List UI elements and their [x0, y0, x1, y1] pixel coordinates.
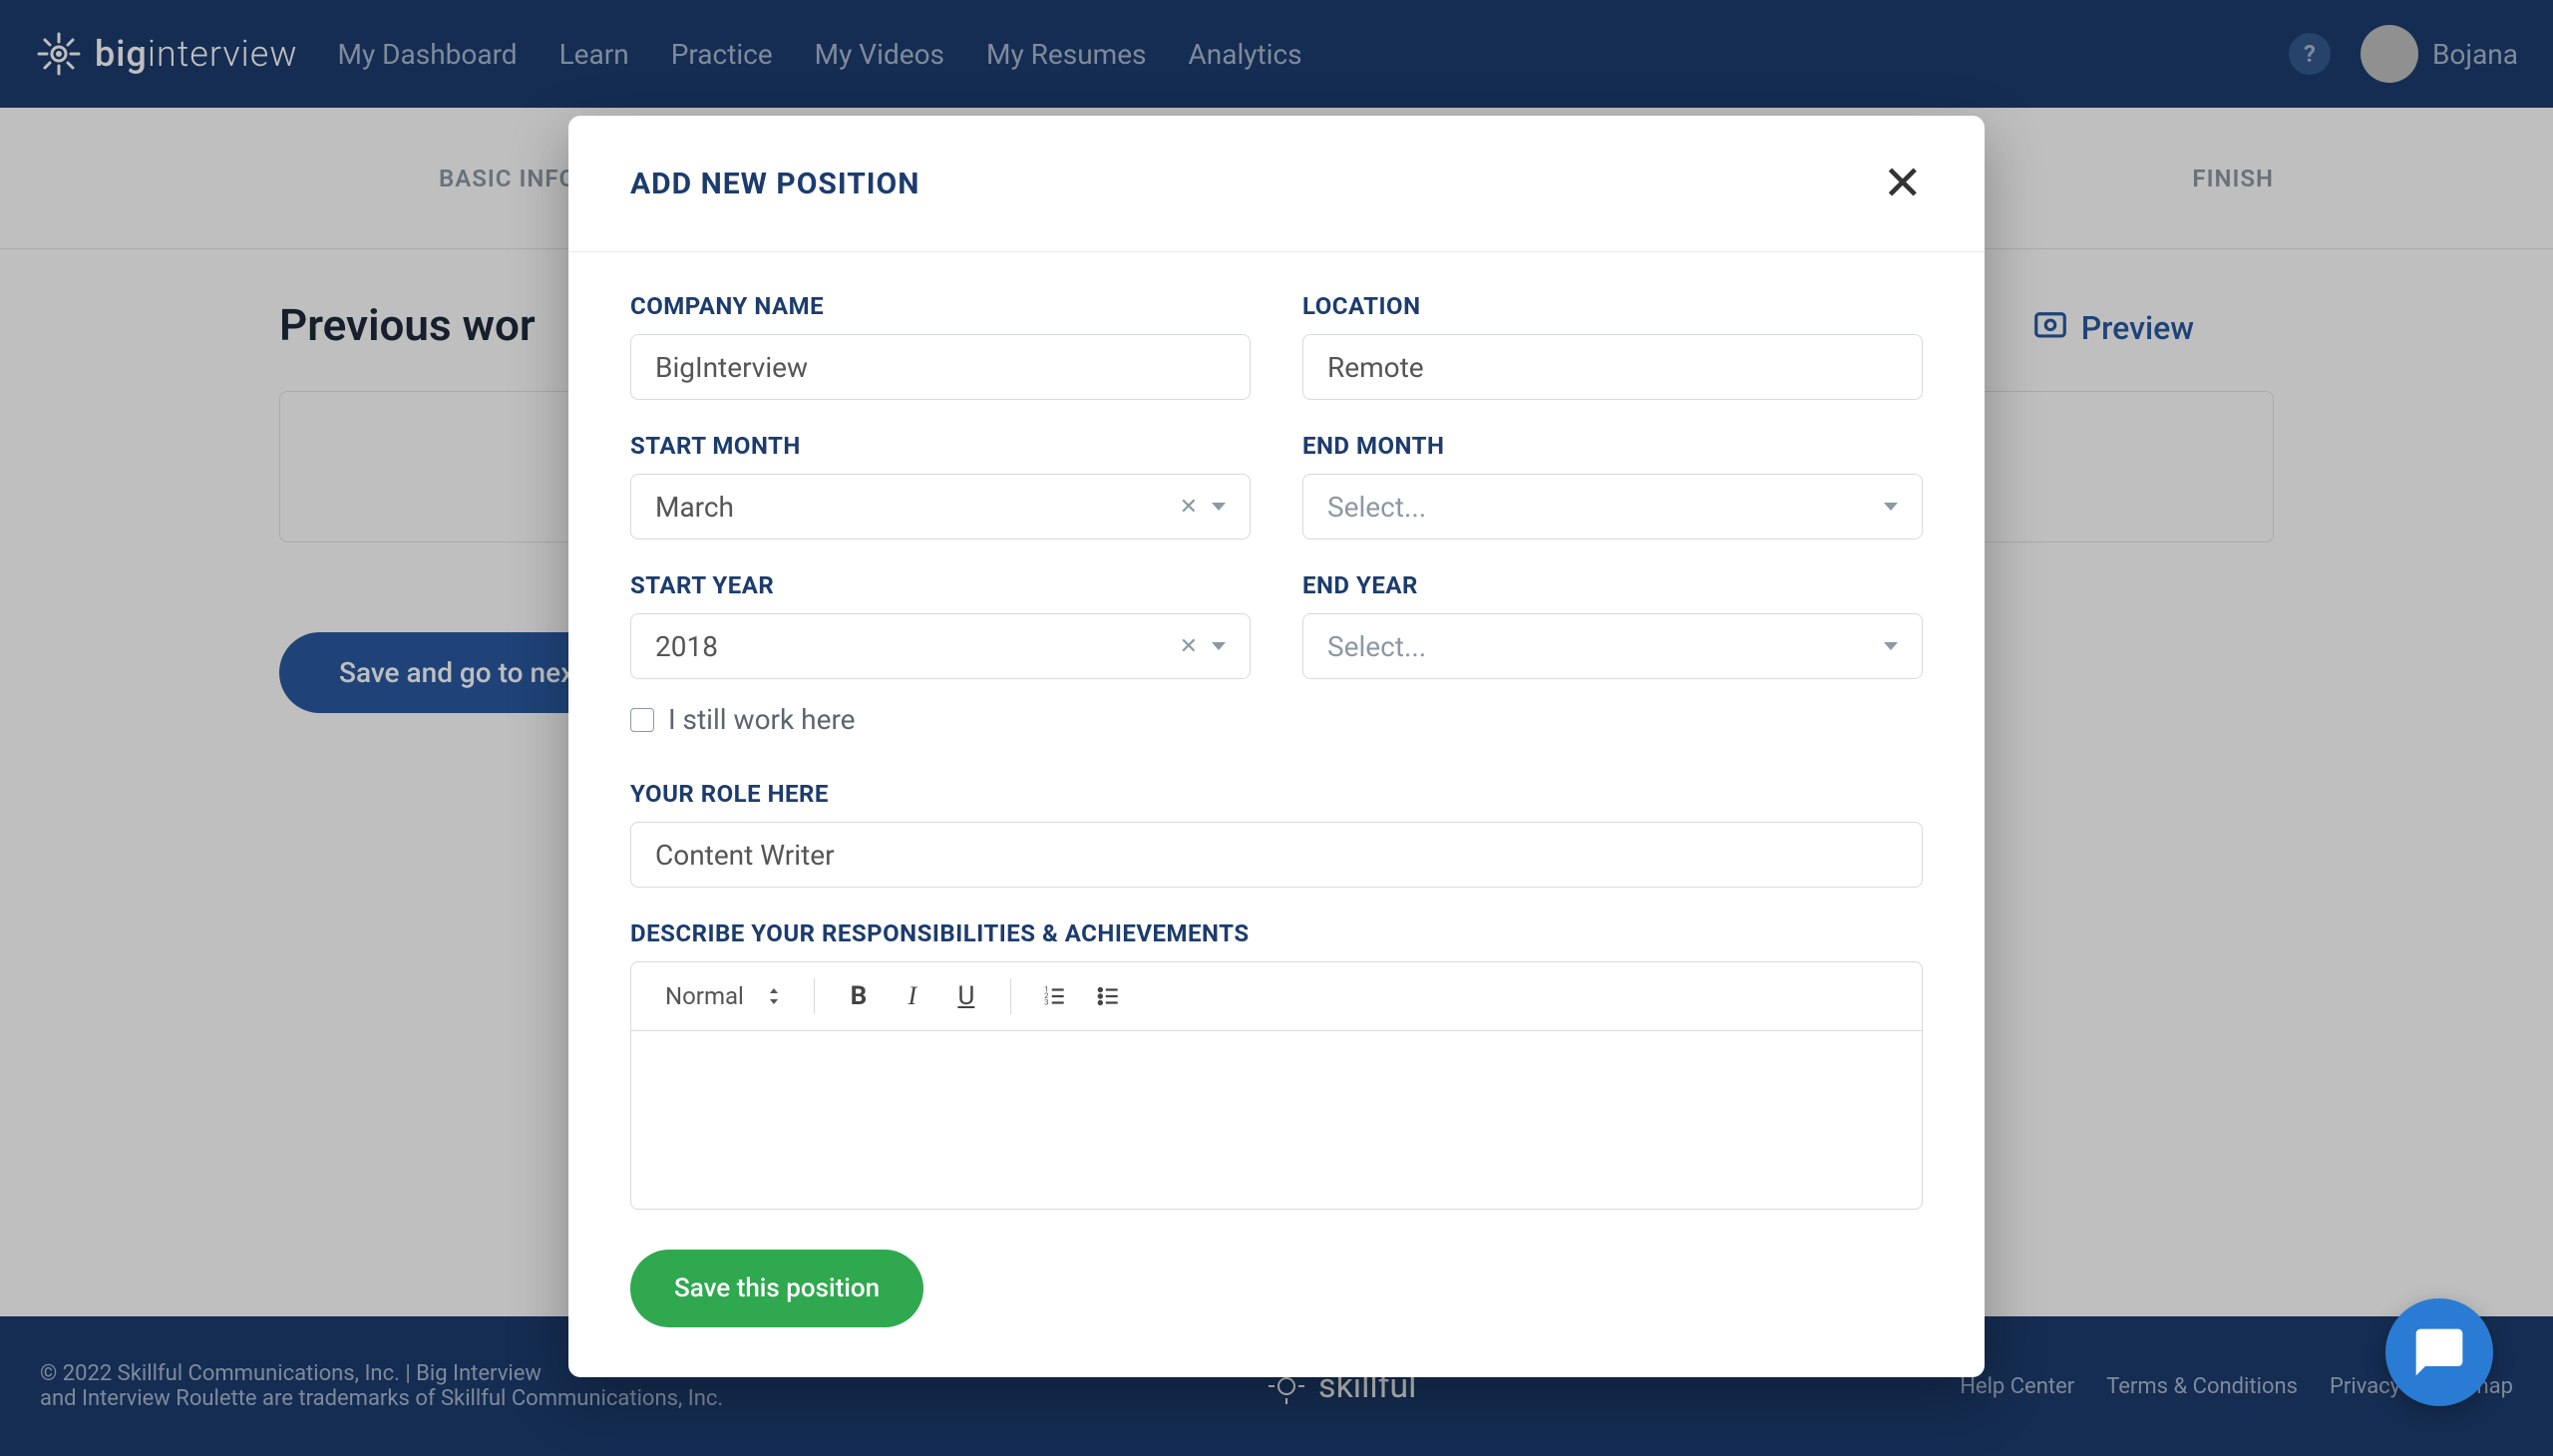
end-year-select[interactable]: Select...	[1302, 613, 1923, 679]
modal-overlay: ADD NEW POSITION ✕ COMPANY NAME LOCATION…	[0, 0, 2553, 1456]
unordered-list-icon	[1096, 983, 1122, 1009]
svg-text:3: 3	[1044, 998, 1048, 1007]
end-year-value: Select...	[1327, 630, 1426, 663]
start-month-value: March	[655, 491, 734, 524]
add-position-modal: ADD NEW POSITION ✕ COMPANY NAME LOCATION…	[568, 116, 1985, 1377]
company-name-input[interactable]	[630, 334, 1251, 400]
ordered-list-button[interactable]: 1 2 3	[1035, 976, 1075, 1016]
company-name-label: COMPANY NAME	[630, 292, 1251, 320]
select-arrows-icon	[768, 988, 780, 1004]
chevron-down-icon	[1212, 503, 1226, 511]
editor-textarea[interactable]	[631, 1031, 1922, 1209]
end-month-select[interactable]: Select...	[1302, 474, 1923, 540]
save-position-button[interactable]: Save this position	[630, 1250, 923, 1327]
bold-button[interactable]: B	[839, 976, 879, 1016]
format-select[interactable]: Normal	[655, 976, 790, 1016]
chevron-down-icon	[1212, 642, 1226, 650]
end-month-label: END MONTH	[1302, 432, 1923, 460]
ordered-list-icon: 1 2 3	[1042, 983, 1068, 1009]
chat-icon	[2411, 1324, 2467, 1380]
still-work-here-checkbox[interactable]	[630, 708, 654, 732]
end-month-value: Select...	[1327, 491, 1426, 524]
still-work-here-label: I still work here	[668, 703, 856, 736]
chevron-down-icon	[1884, 642, 1898, 650]
location-input[interactable]	[1302, 334, 1923, 400]
start-year-label: START YEAR	[630, 571, 1251, 599]
clear-icon[interactable]: ✕	[1180, 634, 1198, 659]
description-editor: Normal B I U 1	[630, 961, 1923, 1210]
chat-widget-button[interactable]	[2385, 1298, 2493, 1406]
close-icon[interactable]: ✕	[1883, 160, 1923, 207]
underline-button[interactable]: U	[946, 976, 986, 1016]
description-label: DESCRIBE YOUR RESPONSIBILITIES & ACHIEVE…	[630, 919, 1923, 947]
location-label: LOCATION	[1302, 292, 1923, 320]
start-month-select[interactable]: March ✕	[630, 474, 1251, 540]
chevron-down-icon	[1884, 503, 1898, 511]
italic-button[interactable]: I	[893, 976, 932, 1016]
clear-icon[interactable]: ✕	[1180, 495, 1198, 520]
start-year-value: 2018	[655, 630, 718, 663]
format-value: Normal	[665, 982, 744, 1010]
start-year-select[interactable]: 2018 ✕	[630, 613, 1251, 679]
role-label: YOUR ROLE HERE	[630, 780, 1923, 808]
editor-toolbar: Normal B I U 1	[631, 962, 1922, 1031]
unordered-list-button[interactable]	[1089, 976, 1129, 1016]
start-month-label: START MONTH	[630, 432, 1251, 460]
modal-title: ADD NEW POSITION	[630, 167, 919, 201]
role-input[interactable]	[630, 822, 1923, 888]
end-year-label: END YEAR	[1302, 571, 1923, 599]
